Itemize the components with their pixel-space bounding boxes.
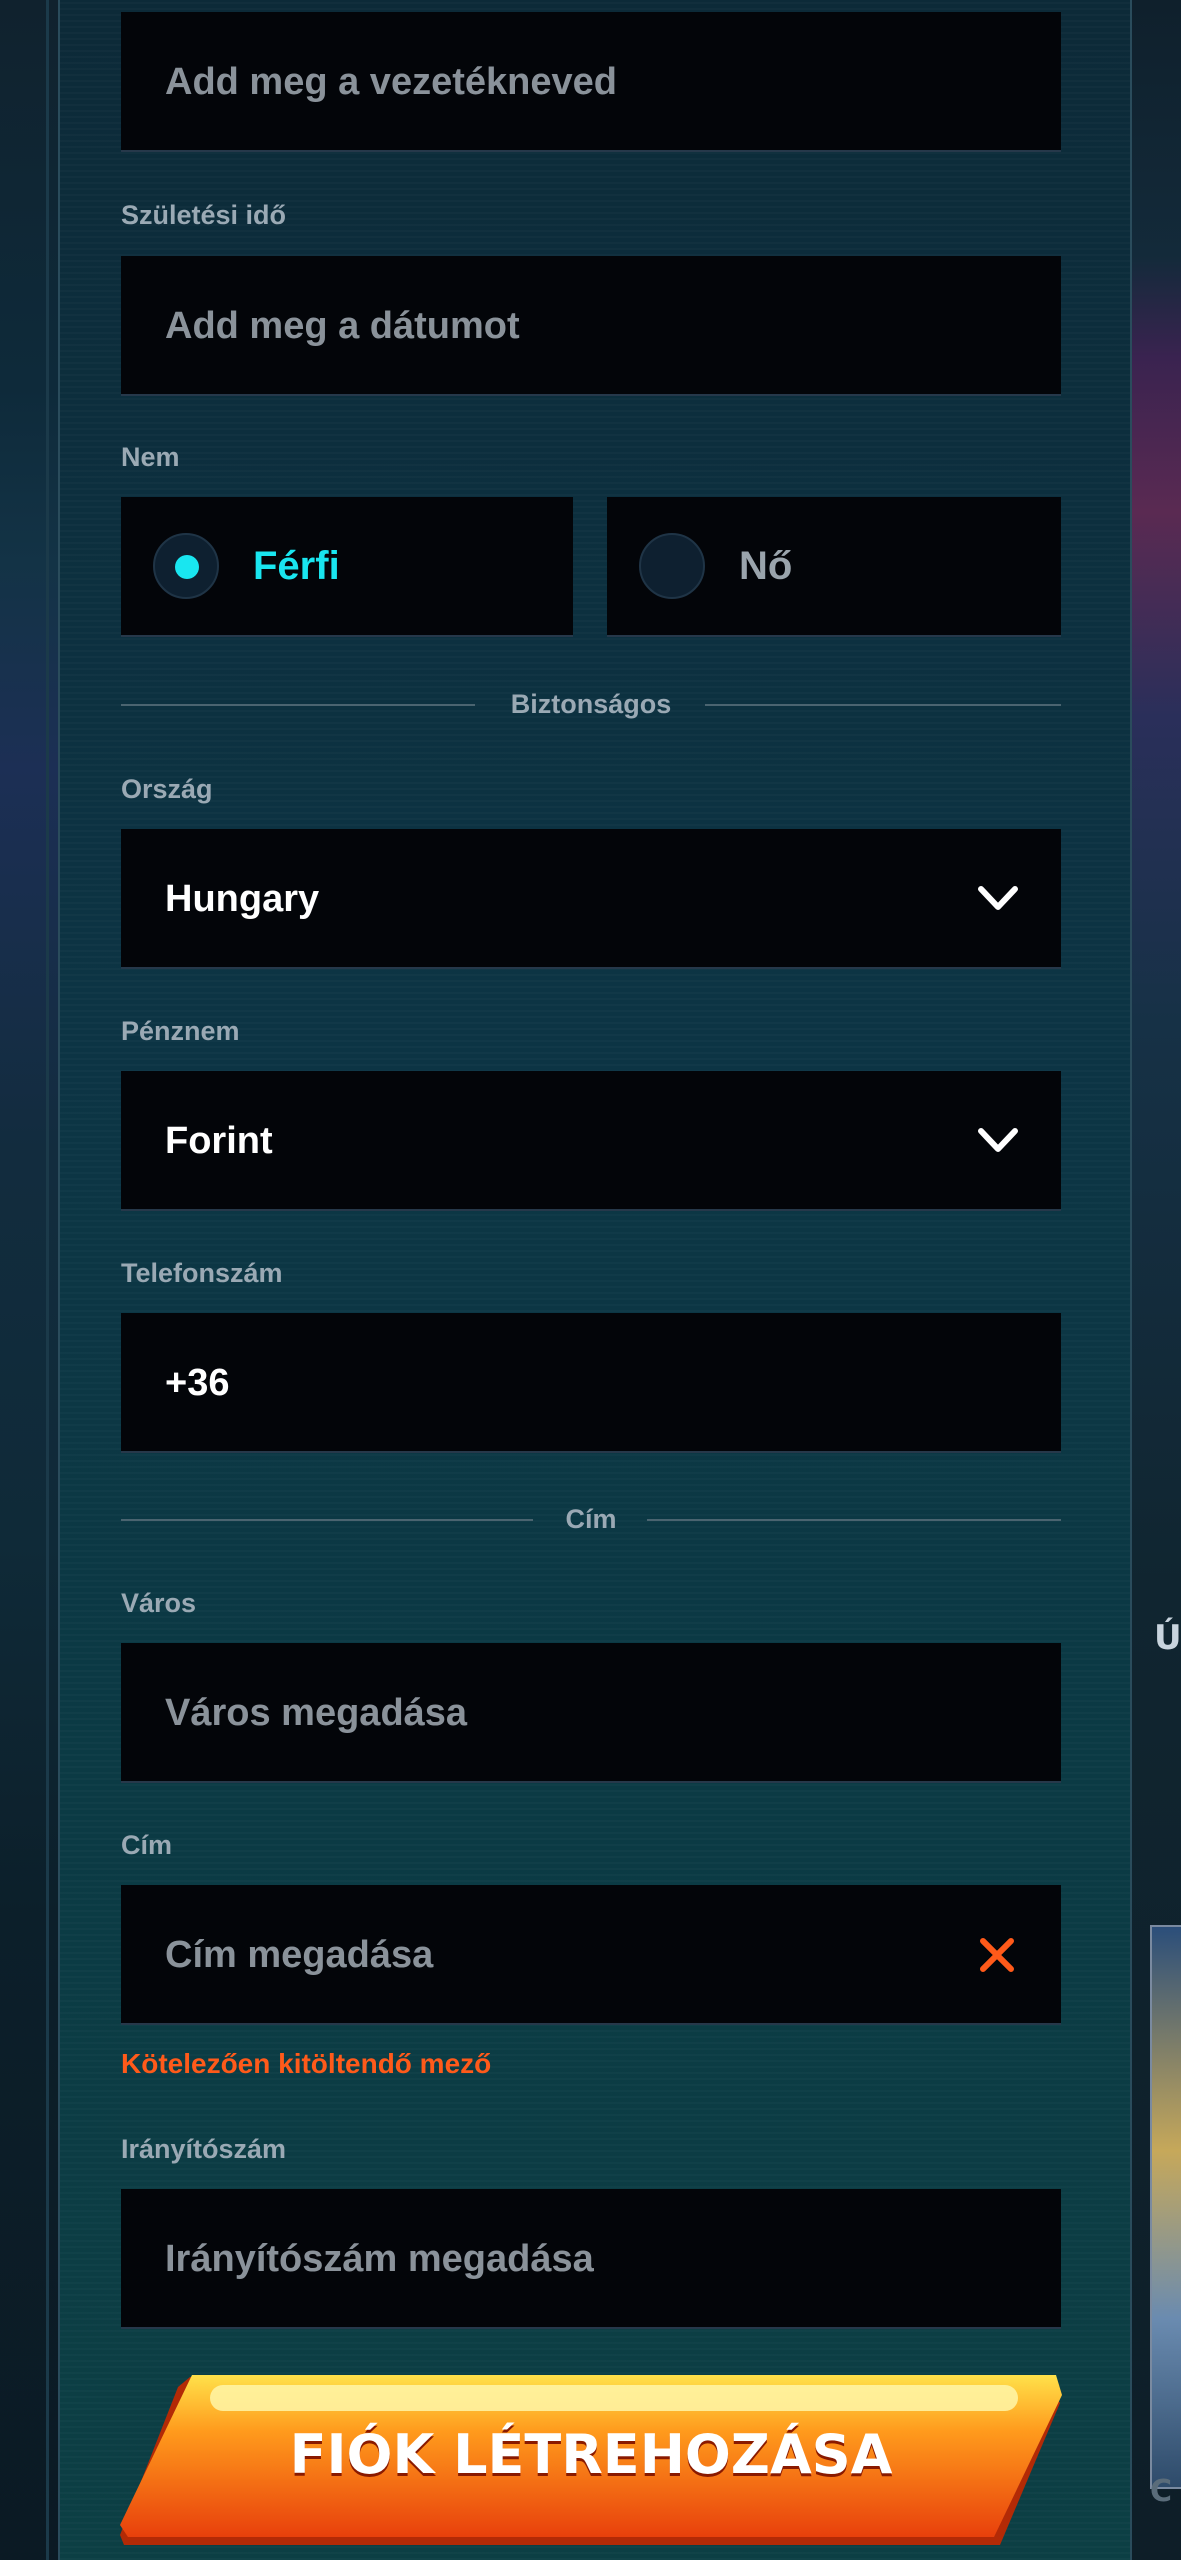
city-placeholder: Város megadása [165,1692,468,1734]
currency-value: Forint [165,1120,273,1162]
city-label: Város [121,1588,197,1618]
address-label: Cím [121,1830,173,1860]
background-text: C [1150,2474,1173,2509]
currency-select[interactable]: Forint [121,1071,1061,1211]
gender-female-label: Nő [739,544,793,588]
close-icon[interactable] [979,1937,1015,1973]
last-name-placeholder: Add meg a vezetékneved [165,61,617,103]
chevron-down-icon [978,1128,1018,1152]
phone-label: Telefonszám [121,1258,283,1288]
phone-field[interactable]: +36 [121,1313,1061,1453]
create-account-button-label: FIÓK LÉTREHOZÁSA [289,2423,893,2486]
background-card [1150,1925,1181,2489]
birthdate-field[interactable]: Add meg a dátumot [121,256,1061,396]
birthdate-placeholder: Add meg a dátumot [165,305,520,347]
background-text: Ú [1154,1618,1181,1658]
radio-unselected-icon [639,533,705,599]
birthdate-label: Születési idő [121,200,287,230]
background-right: Ú C [1130,0,1181,2560]
gender-male-label: Férfi [253,544,340,588]
gender-option-male[interactable]: Férfi [121,497,573,637]
section-title-address: Cím [565,1504,617,1534]
gender-label: Nem [121,442,180,472]
address-field[interactable]: Cím megadása [121,1885,1061,2025]
zip-field[interactable]: Irányítószám megadása [121,2189,1061,2329]
address-placeholder: Cím megadása [165,1934,434,1976]
background-left [0,0,58,2560]
gender-option-female[interactable]: Nő [607,497,1061,637]
create-account-button[interactable]: FIÓK LÉTREHOZÁSA [120,2375,1062,2547]
phone-value: +36 [165,1362,230,1404]
currency-label: Pénznem [121,1016,240,1046]
radio-selected-icon [153,533,219,599]
country-value: Hungary [165,878,320,920]
city-field[interactable]: Város megadása [121,1643,1061,1783]
zip-placeholder: Irányítószám megadása [165,2238,594,2280]
section-divider-secure: Biztonságos [121,684,1061,724]
last-name-field[interactable]: Add meg a vezetékneved [121,12,1061,152]
section-title-secure: Biztonságos [510,689,672,719]
country-label: Ország [121,774,213,804]
chevron-down-icon [978,886,1018,910]
zip-label: Irányítószám [121,2134,287,2164]
address-error-message: Kötelezően kitöltendő mező [121,2048,492,2079]
section-divider-address: Cím [121,1499,1061,1539]
country-select[interactable]: Hungary [121,829,1061,969]
